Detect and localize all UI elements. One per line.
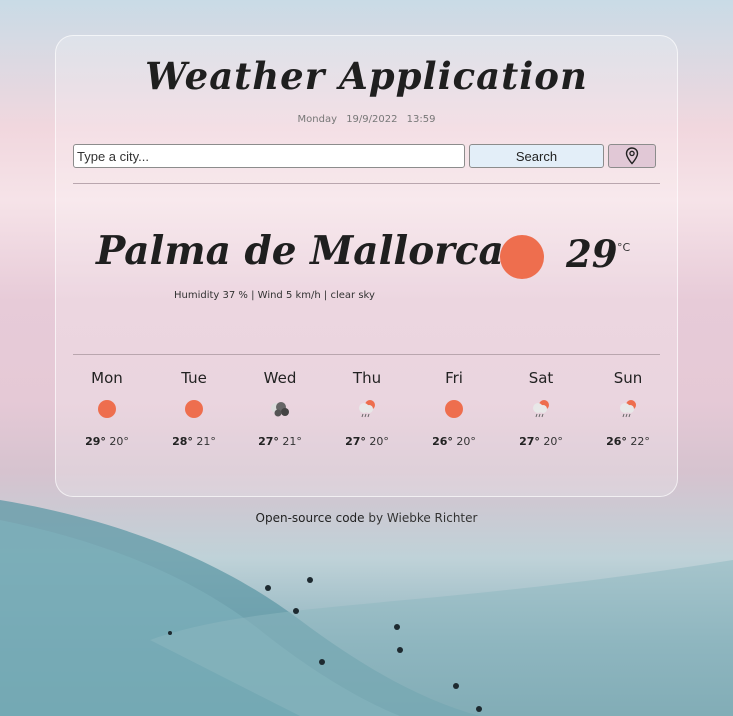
forecast-low: 20° xyxy=(109,435,129,448)
sun-icon xyxy=(185,400,203,418)
weather-card: Weather Application Monday 19/9/2022 13:… xyxy=(55,35,678,497)
forecast-day-name: Mon xyxy=(91,369,123,387)
forecast-high: 27° xyxy=(345,435,366,448)
forecast-day-name: Sun xyxy=(613,369,643,387)
current-datetime: Monday 19/9/2022 13:59 xyxy=(56,114,677,125)
source-code-link[interactable]: Open-source code xyxy=(256,511,365,525)
current-day: Monday xyxy=(297,114,337,125)
forecast-day-name: Wed xyxy=(263,369,297,387)
sun-icon xyxy=(445,400,463,418)
forecast-day: Thu 27° 20° xyxy=(337,369,397,448)
forecast-high: 28° xyxy=(172,435,193,448)
forecast-day: Wed 27° 21° xyxy=(250,369,310,448)
current-time: 13:59 xyxy=(406,114,436,125)
search-button[interactable]: Search xyxy=(469,144,604,168)
city-name: Palma de Mallorca xyxy=(96,228,504,274)
forecast-day-name: Thu xyxy=(352,369,382,387)
weather-details: Humidity 37 % | Wind 5 km/h | clear sky xyxy=(174,290,375,301)
forecast-low: 21° xyxy=(282,435,302,448)
forecast-high: 27° xyxy=(519,435,540,448)
forecast-day: Tue 28° 21° xyxy=(164,369,224,448)
forecast-high: 26° xyxy=(432,435,453,448)
current-date: 19/9/2022 xyxy=(346,114,398,125)
forecast-low: 20° xyxy=(543,435,563,448)
forecast-high: 27° xyxy=(258,435,279,448)
sun-icon xyxy=(500,235,544,279)
forecast-low: 22° xyxy=(630,435,650,448)
forecast-high: 29° xyxy=(85,435,106,448)
app-title: Weather Application xyxy=(145,54,588,98)
current-location-button[interactable] xyxy=(608,144,656,168)
forecast-high: 26° xyxy=(606,435,627,448)
temperature-unit: °C xyxy=(617,241,631,254)
forecast-day: Mon 29° 20° xyxy=(77,369,137,448)
forecast-day-name: Fri xyxy=(445,369,463,387)
forecast-day: Sat 27° 20° xyxy=(511,369,571,448)
forecast-day: Sun 26° 22° xyxy=(598,369,658,448)
forecast-day: Fri 26° 20° xyxy=(424,369,484,448)
sun-icon xyxy=(98,400,116,418)
rain-icon xyxy=(533,400,549,418)
map-pin-icon xyxy=(625,147,639,165)
forecast-low: 21° xyxy=(196,435,216,448)
divider-top xyxy=(73,183,660,184)
rain-icon xyxy=(620,400,636,418)
current-temperature: 29 xyxy=(566,232,618,276)
forecast-day-name: Sat xyxy=(528,369,554,387)
city-search-input[interactable] xyxy=(73,144,465,168)
forecast-day-name: Tue xyxy=(181,369,207,387)
forecast-low: 20° xyxy=(369,435,389,448)
forecast-low: 20° xyxy=(456,435,476,448)
divider-bottom xyxy=(73,354,660,355)
footer: Open-source code by Wiebke Richter xyxy=(0,511,733,525)
author-credit: by Wiebke Richter xyxy=(368,511,478,525)
clouds-icon xyxy=(271,402,289,417)
rain-icon xyxy=(359,400,375,418)
